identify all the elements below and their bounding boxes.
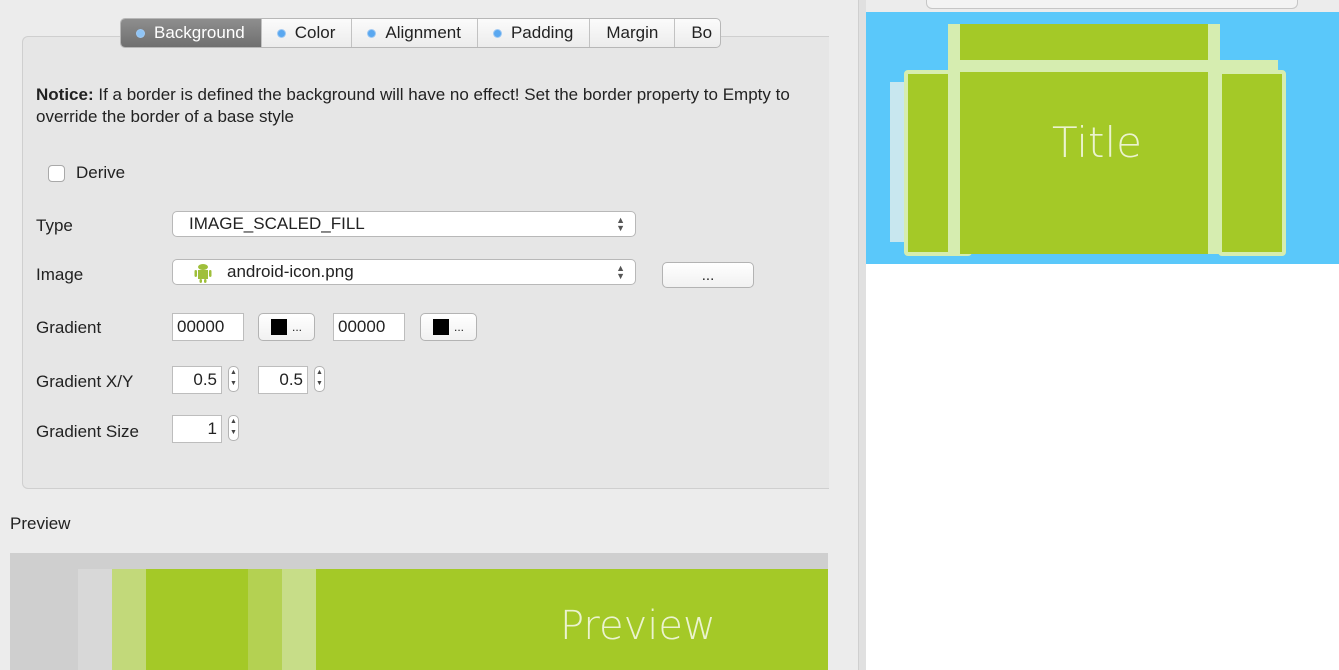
gradient-size-field[interactable]: 1: [172, 415, 222, 443]
style-editor-panel: Background Color Alignment Padding Margi…: [0, 0, 858, 670]
type-select[interactable]: IMAGE_SCALED_FILL ▲ ▼: [172, 211, 636, 237]
gradient-end-color-field[interactable]: 00000: [333, 313, 405, 341]
gradient-size-label: Gradient Size: [36, 422, 139, 441]
chevron-up-down-icon: ▲ ▼: [616, 215, 625, 233]
tab-indicator-icon: [368, 29, 376, 37]
gradient-label: Gradient: [36, 318, 102, 337]
gradient-size-stepper[interactable]: ▲ ▼: [228, 415, 239, 441]
chevron-up-down-icon: ▲ ▼: [616, 263, 625, 281]
derive-checkbox[interactable]: [48, 165, 65, 182]
gradient-x-stepper[interactable]: ▲ ▼: [228, 366, 239, 392]
canvas-toolbar-edge: [866, 0, 1339, 12]
tab-color[interactable]: Color: [262, 19, 353, 47]
gradient-end-color-button[interactable]: ...: [420, 313, 477, 341]
gradient-y-stepper[interactable]: ▲ ▼: [314, 366, 325, 392]
image-label: Image: [36, 265, 84, 284]
image-select[interactable]: android-icon.png ▲ ▼: [172, 259, 636, 285]
gradient-start-color-field[interactable]: 00000: [172, 313, 244, 341]
color-swatch: [270, 319, 287, 335]
tab-bar: Background Color Alignment Padding Margi…: [120, 18, 722, 48]
tab-margin[interactable]: Margin: [590, 19, 676, 47]
tab-border[interactable]: Bo: [675, 19, 720, 47]
gradient-xy-label: Gradient X/Y: [36, 372, 134, 391]
component-canvas[interactable]: Title: [866, 12, 1339, 264]
android-icon: [194, 264, 212, 283]
derive-label: Derive: [76, 163, 126, 182]
preview-label: Preview: [10, 514, 71, 533]
tab-indicator-icon: [277, 29, 285, 37]
type-label: Type: [36, 216, 73, 235]
tab-padding[interactable]: Padding: [478, 19, 591, 47]
canvas-title-text: Title: [1052, 118, 1143, 167]
tab-indicator-icon: [137, 29, 144, 37]
tab-indicator-icon: [493, 29, 501, 37]
notice-text: Notice: If a border is defined the backg…: [36, 85, 790, 126]
gradient-x-field[interactable]: 0.5: [172, 366, 222, 394]
preview-text: Preview: [560, 603, 716, 649]
tab-background[interactable]: Background: [121, 19, 262, 47]
gradient-y-field[interactable]: 0.5: [258, 366, 308, 394]
gradient-start-color-button[interactable]: ...: [258, 313, 315, 341]
preview-area: Preview: [10, 553, 828, 670]
tab-alignment[interactable]: Alignment: [352, 19, 478, 47]
color-swatch: [432, 319, 449, 335]
browse-image-button[interactable]: ...: [662, 262, 754, 288]
